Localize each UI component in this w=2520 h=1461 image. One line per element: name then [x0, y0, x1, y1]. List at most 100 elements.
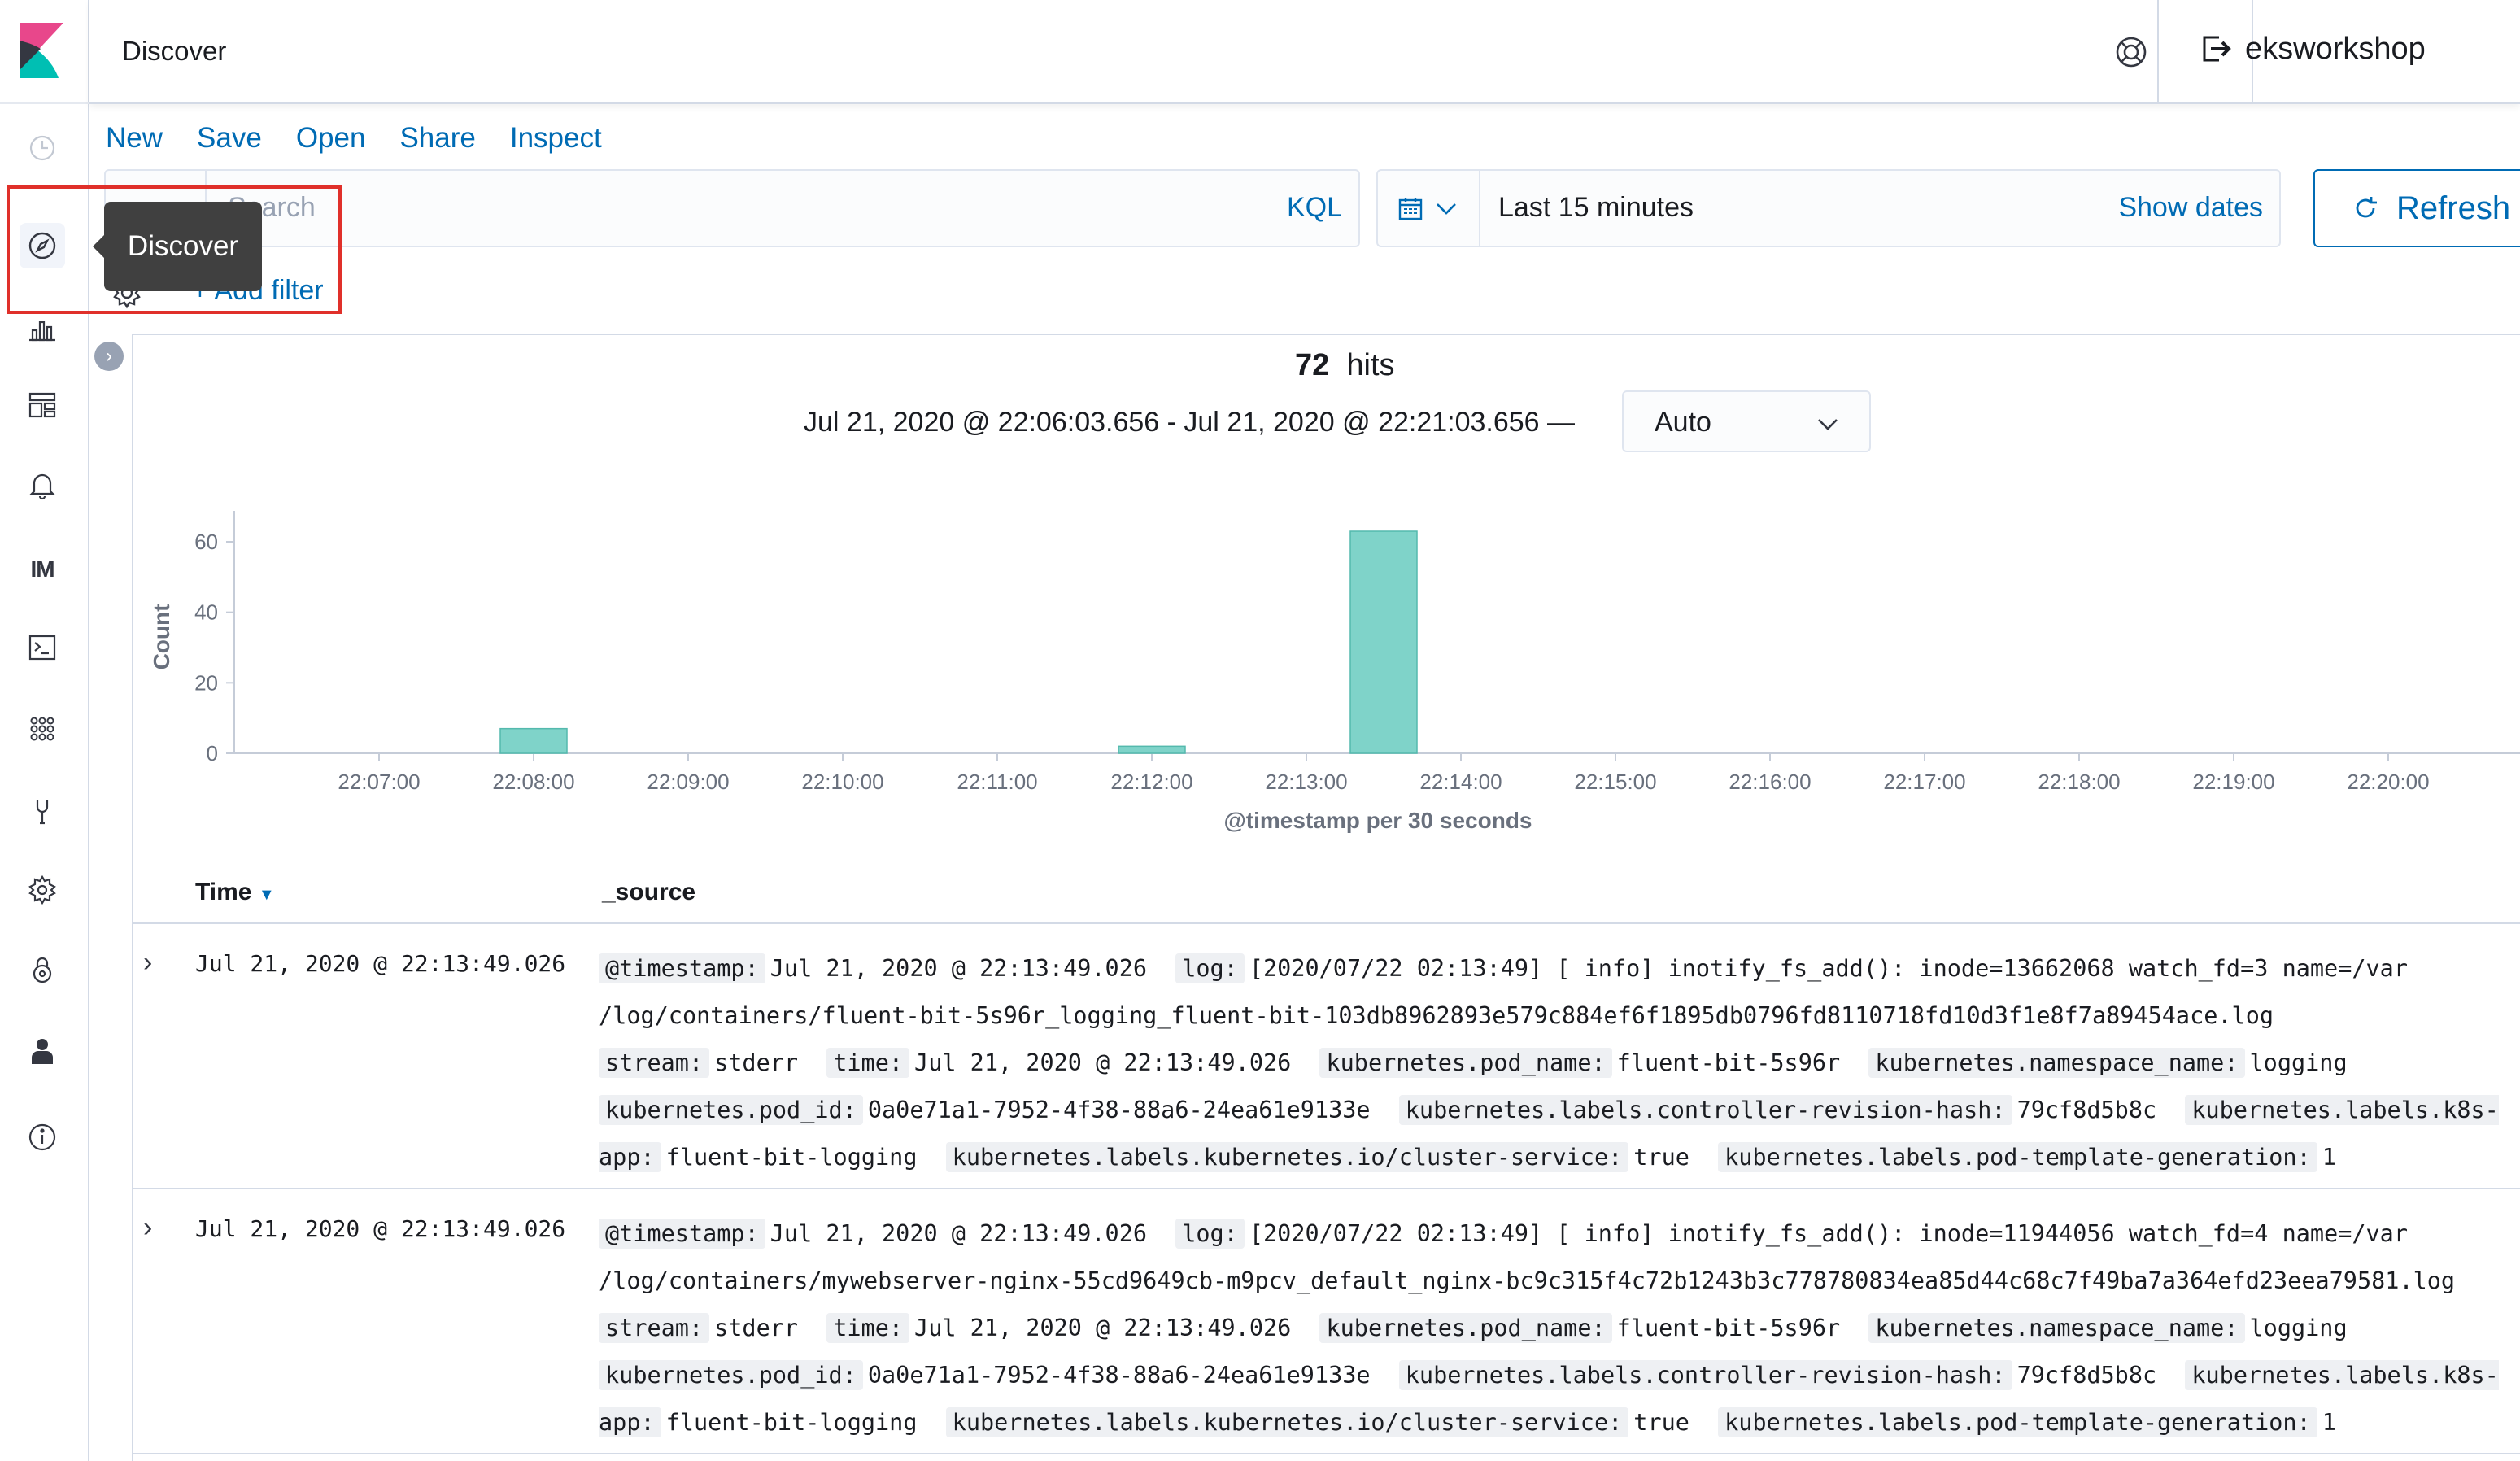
time-range-text: Jul 21, 2020 @ 22:06:03.656 - Jul 21, 20…: [804, 407, 1576, 438]
field-value: Jul 21, 2020 @ 22:13:49.026: [914, 1315, 1292, 1341]
row-source: @timestamp: Jul 21, 2020 @ 22:13:49.026 l…: [599, 1210, 2510, 1446]
dev-tools-icon[interactable]: [20, 625, 65, 670]
username: eksworkshop: [2245, 31, 2426, 66]
apps-icon[interactable]: [20, 706, 65, 752]
sidebar-toggle-icon[interactable]: ›: [94, 342, 124, 371]
user-menu[interactable]: eksworkshop: [2198, 31, 2426, 67]
security-icon[interactable]: [20, 947, 65, 992]
field-key: kubernetes.pod_id:: [599, 1360, 863, 1390]
recently-viewed-icon[interactable]: [20, 125, 65, 171]
expand-row-icon[interactable]: ›: [143, 947, 152, 979]
chevron-down-icon: [1437, 203, 1456, 215]
top-header: Discover: [89, 0, 2520, 104]
interval-value: Auto: [1655, 407, 1711, 438]
hits-count: 72 hits: [1295, 348, 1395, 383]
wrench-icon[interactable]: [20, 789, 65, 835]
field-key: @timestamp:: [599, 953, 765, 983]
field-key: log:: [1175, 1219, 1245, 1249]
x-tick-label: 22:20:00: [2347, 770, 2429, 794]
x-tick-label: 22:10:00: [801, 770, 883, 794]
save-link[interactable]: Save: [197, 122, 262, 155]
field-key: @timestamp:: [599, 1219, 765, 1249]
field-value: Jul 21, 2020 @ 22:13:49.026: [914, 1049, 1292, 1076]
field-key: log:: [1175, 953, 1245, 983]
x-tick-label: 22:18:00: [2038, 770, 2120, 794]
header-divider: [132, 922, 2520, 924]
highlight-box: [7, 185, 342, 314]
interval-select[interactable]: Auto: [1622, 390, 1871, 452]
field-value: 79cf8d5b8c: [2016, 1097, 2157, 1123]
field-key: stream:: [599, 1048, 710, 1078]
x-tick-label: 22:11:00: [957, 770, 1037, 794]
page-title: Discover: [122, 36, 227, 66]
new-link[interactable]: New: [106, 122, 163, 155]
chevron-down-icon: [1818, 419, 1838, 430]
date-picker: Last 15 minutes Show dates: [1376, 169, 2281, 247]
user-icon[interactable]: [20, 1028, 65, 1074]
row-source: @timestamp: Jul 21, 2020 @ 22:13:49.026 l…: [599, 945, 2510, 1181]
row-timestamp: Jul 21, 2020 @ 22:13:49.026: [195, 950, 566, 977]
histogram-bar: [1118, 745, 1186, 754]
field-key: kubernetes.labels.pod-template-generatio…: [1718, 1142, 2317, 1172]
top-menu: New Save Open Share Inspect: [106, 122, 602, 155]
x-tick-label: 22:12:00: [1110, 770, 1192, 794]
field-value: true: [1633, 1409, 1689, 1436]
x-tick-label: 22:16:00: [1729, 770, 1811, 794]
field-key: kubernetes.namespace_name:: [1868, 1048, 2245, 1078]
info-icon[interactable]: [20, 1114, 65, 1160]
field-value: stderr: [714, 1049, 799, 1076]
help-icon[interactable]: [2112, 33, 2151, 72]
field-value: 0a0e71a1-7952-4f38-88a6-24ea61e9133e: [867, 1097, 1371, 1123]
inspect-link[interactable]: Inspect: [510, 122, 602, 155]
x-tick-label: 22:09:00: [647, 770, 729, 794]
field-key: kubernetes.labels.controller-revision-ha…: [1398, 1360, 2012, 1390]
show-dates-link[interactable]: Show dates: [2118, 192, 2263, 224]
dashboard-icon[interactable]: [20, 382, 65, 428]
y-tick-label: 20: [194, 670, 218, 695]
kql-toggle[interactable]: KQL: [1287, 192, 1342, 224]
management-icon[interactable]: [20, 867, 65, 913]
time-range-value[interactable]: Last 15 minutes: [1498, 192, 1694, 224]
expand-row-icon[interactable]: ›: [143, 1212, 152, 1244]
field-key: kubernetes.labels.pod-template-generatio…: [1718, 1407, 2317, 1437]
y-tick-label: 0: [207, 741, 218, 765]
refresh-icon: [2356, 197, 2377, 218]
hits-label: hits: [1346, 348, 1395, 382]
field-value: Jul 21, 2020 @ 22:13:49.026: [770, 955, 1148, 982]
field-key: kubernetes.pod_name:: [1319, 1313, 1612, 1343]
field-value: 1: [2322, 1409, 2336, 1436]
nav-divider: [0, 102, 89, 104]
histogram-bar: [499, 727, 568, 754]
field-key: stream:: [599, 1313, 710, 1343]
column-header-time[interactable]: Time ▼: [195, 879, 275, 906]
kibana-logo[interactable]: [20, 23, 63, 78]
field-value: 0a0e71a1-7952-4f38-88a6-24ea61e9133e: [867, 1362, 1371, 1389]
x-tick-label: 22:07:00: [338, 770, 420, 794]
field-value: fluent-bit-logging: [665, 1409, 918, 1436]
field-key: kubernetes.namespace_name:: [1868, 1313, 2245, 1343]
field-key: time:: [826, 1313, 910, 1343]
quick-select-button[interactable]: [1378, 171, 1480, 246]
time-header-label: Time: [195, 879, 252, 905]
refresh-label: Refresh: [2396, 190, 2511, 226]
field-value: Jul 21, 2020 @ 22:13:49.026: [770, 1220, 1148, 1247]
field-value: fluent-bit-logging: [665, 1144, 918, 1171]
refresh-button[interactable]: Refresh: [2313, 169, 2520, 247]
field-value: 1: [2322, 1144, 2336, 1171]
share-link[interactable]: Share: [399, 122, 475, 155]
column-header-source: _source: [602, 879, 696, 905]
x-tick-label: 22:19:00: [2192, 770, 2274, 794]
hits-number: 72: [1295, 348, 1330, 382]
x-axis-label: @timestamp per 30 seconds: [1224, 808, 1532, 833]
row-divider: [132, 1453, 2520, 1454]
im-icon[interactable]: IM: [20, 547, 65, 592]
alerting-icon[interactable]: [20, 462, 65, 508]
field-value: stderr: [714, 1315, 799, 1341]
field-key: kubernetes.labels.kubernetes.io/cluster-…: [945, 1407, 1629, 1437]
header-divider: [2157, 0, 2159, 104]
histogram-bar: [1349, 530, 1418, 754]
histogram-chart: 0 20 40 60 22:07:00 22:08:00 22:09:00 22:10:00 2…: [149, 511, 2520, 833]
field-value: logging: [2249, 1315, 2348, 1341]
open-link[interactable]: Open: [296, 122, 366, 155]
field-key: kubernetes.labels.controller-revision-ha…: [1398, 1095, 2012, 1125]
